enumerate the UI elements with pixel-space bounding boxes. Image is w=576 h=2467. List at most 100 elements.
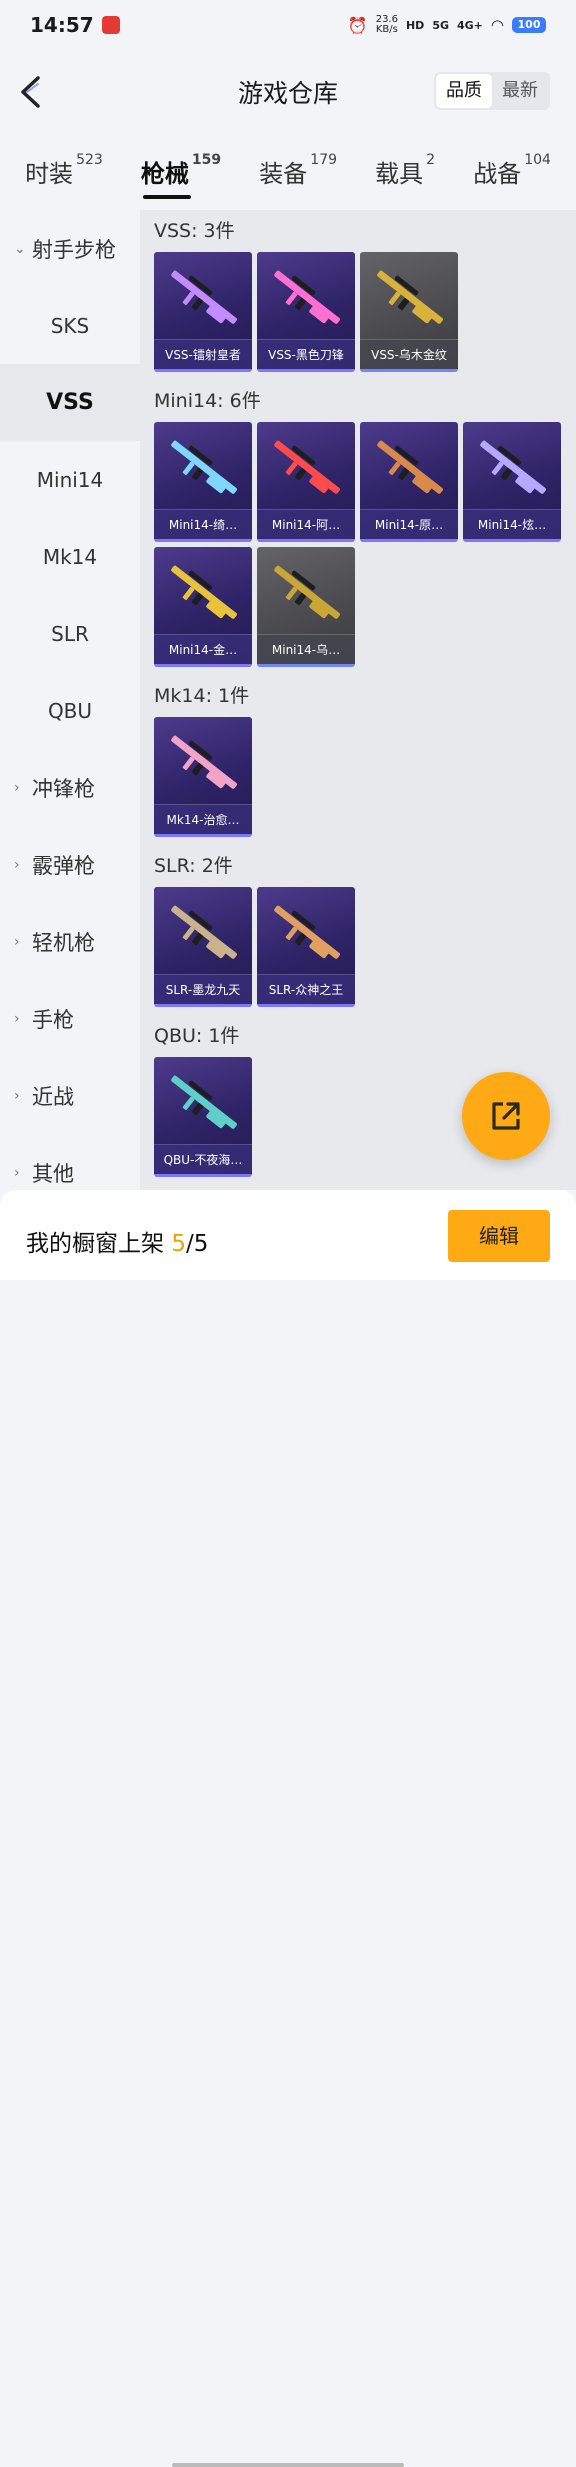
tab-count: 523 [76,151,103,168]
rifle-icon [171,565,237,619]
edit-button[interactable]: 编辑 [448,1210,550,1262]
weapon-type-sidebar: ⌄ 射手步枪 SKS VSS Mini14 Mk14 SLR QBU › 冲锋枪 › 霰弹枪 › 轻机枪 ›… [0,210,140,1190]
sidebar-item[interactable]: ⌄ 射手步枪 [0,210,140,287]
tab-count: 104 [524,151,551,168]
tab-label: 时装 [25,159,74,188]
sidebar-item-label: 其他 [32,1161,74,1186]
section-title: QBU: 1件 [154,1025,240,1047]
weapon-card[interactable]: Mini14-乌… [257,547,355,667]
sidebar-item-label: 冲锋枪 [32,776,95,801]
tab-label: 装备 [259,159,308,188]
sidebar-item[interactable]: SKS [0,287,140,364]
share-button[interactable] [462,1072,550,1160]
weapon-card[interactable]: Mini14-炫… [463,422,561,542]
app-notification-icon [101,16,120,34]
section-title: VSS: 3件 [154,220,235,242]
hd-icon: HD [405,18,425,32]
item-grid: Mk14-治愈… [140,711,576,845]
chevron-icon: › [14,856,20,873]
signal-4g: 4G+ [457,18,483,32]
section-title: Mk14: 1件 [154,685,250,707]
rifle-icon [171,905,237,959]
tab-count: 179 [310,151,338,168]
sidebar-item-label: SKS [50,313,90,338]
weapon-card[interactable]: Mini14-阿… [257,422,355,542]
status-bar: 14:57 ⏰ 23.6 KB/s HD 5G 4G+ ◠ 100 [0,0,576,50]
weapon-card[interactable]: Mini14-原… [360,422,458,542]
chevron-icon: › [14,1087,20,1104]
sort-newest-button[interactable]: 最新 [492,74,548,108]
weapon-card[interactable]: Mini14-金… [154,547,252,667]
weapon-name: Mini14-绮… [154,509,252,539]
tab-category[interactable]: 战备 104 [473,151,551,199]
sidebar-item[interactable]: › 手枪 [0,980,140,1057]
rifle-icon [274,905,340,959]
item-grid: SLR-墨龙九天 SLR-众神之王 [140,881,576,1015]
sidebar-item[interactable]: › 冲锋枪 [0,749,140,826]
top-header: 游戏仓库 品质 最新 [0,50,576,134]
weapon-card[interactable]: QBU-不夜海… [154,1057,252,1177]
sidebar-item-label: Mini14 [36,467,104,492]
sidebar-item[interactable]: › 近战 [0,1057,140,1134]
rifle-icon [480,440,546,494]
weapon-card[interactable]: Mini14-绮… [154,422,252,542]
tab-category[interactable]: 时装 523 [25,151,103,199]
weapon-name: VSS-乌木金纹 [360,339,458,369]
sidebar-item[interactable]: SLR [0,595,140,672]
weapon-card[interactable]: SLR-墨龙九天 [154,887,252,1007]
rifle-icon [377,440,443,494]
sidebar-item-label: 射手步枪 [32,237,116,262]
sidebar-item-label: QBU [47,698,93,723]
alarm-icon: ⏰ [347,15,368,35]
sidebar-item-label: Mk14 [42,544,98,569]
tab-category[interactable]: 装备 179 [259,151,338,199]
sidebar-item[interactable]: VSS [0,364,140,441]
weapon-name: QBU-不夜海… [154,1144,252,1174]
chevron-icon: › [14,1164,20,1181]
showcase-count: 我的橱窗上架 5/5 [26,1231,209,1257]
sidebar-item-label: 霰弹枪 [32,853,95,878]
tab-label: 载具 [375,159,424,188]
section-title: SLR: 2件 [154,855,233,877]
section-title: Mini14: 6件 [154,390,261,412]
rifle-icon [171,440,237,494]
weapon-name: SLR-众神之王 [257,974,355,1004]
tab-category[interactable]: 枪械 159 [140,151,222,199]
sidebar-item[interactable]: › 轻机枪 [0,903,140,980]
weapon-card[interactable]: VSS-黑色刀锋 [257,252,355,372]
rifle-icon [171,735,237,789]
status-time: 14:57 [30,13,94,37]
home-indicator[interactable] [172,2463,404,2467]
weapon-name: VSS-黑色刀锋 [257,339,355,369]
share-external-icon [492,1102,520,1130]
rifle-icon [171,270,237,324]
tab-label: 枪械 [140,159,189,188]
weapon-name: Mini14-阿… [257,509,355,539]
chevron-icon: › [14,779,20,796]
sidebar-item[interactable]: Mini14 [0,441,140,518]
item-grid: Mini14-绮… Mini14-阿… Mini14-原… Mini14-炫… Mini… [140,416,576,675]
tab-category[interactable]: 载具 2 [375,151,436,199]
sort-quality-button[interactable]: 品质 [436,74,492,108]
weapon-card[interactable]: SLR-众神之王 [257,887,355,1007]
rifle-icon [274,270,340,324]
weapon-card[interactable]: VSS-镭射皇者 [154,252,252,372]
sidebar-item[interactable]: Mk14 [0,518,140,595]
sidebar-item[interactable]: QBU [0,672,140,749]
net-speed: 23.6 KB/s [375,14,398,35]
tab-label: 战备 [473,159,522,188]
wifi-icon: ◠ [490,16,504,34]
weapon-card[interactable]: Mk14-治愈… [154,717,252,837]
weapon-grid: VSS: 3件 VSS-镭射皇者 VSS-黑色刀锋 VSS-乌木金纹 Mini14: 6… [140,210,576,1190]
sidebar-item-label: 手枪 [32,1007,74,1032]
weapon-name: Mini14-炫… [463,509,561,539]
sidebar-item[interactable]: › 霰弹枪 [0,826,140,903]
rifle-icon [274,440,340,494]
tab-count: 2 [426,151,436,168]
tab-count: 159 [191,151,222,168]
item-grid: VSS-镭射皇者 VSS-黑色刀锋 VSS-乌木金纹 [140,246,576,380]
weapon-card[interactable]: VSS-乌木金纹 [360,252,458,372]
signal-5g: 5G [432,18,449,32]
weapon-name: Mini14-原… [360,509,458,539]
rifle-icon [274,565,340,619]
